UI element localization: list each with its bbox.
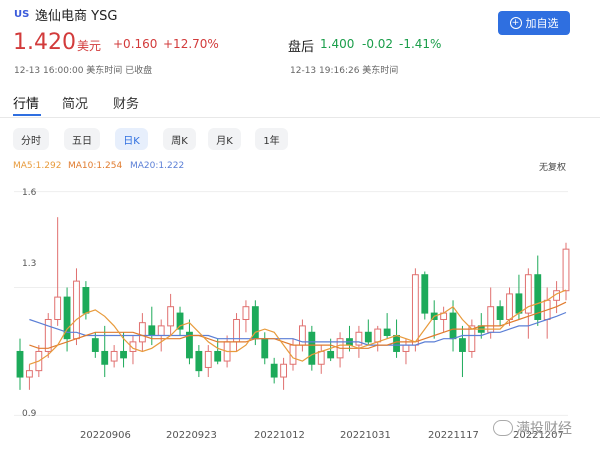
candle-body (167, 306, 175, 327)
candle-body (317, 350, 325, 365)
candle-body (449, 312, 457, 340)
y-tick-label: 1.6 (22, 188, 37, 198)
candle-body (562, 248, 570, 292)
x-tick-label: 20221117 (428, 430, 479, 441)
candle-body (421, 274, 429, 314)
candle-body (16, 350, 24, 378)
x-tick-label: 20221031 (340, 430, 391, 441)
candle-body (459, 338, 466, 352)
candle-body (270, 363, 278, 378)
candle-body (411, 274, 419, 346)
candle-body (364, 331, 372, 343)
candle-body (383, 328, 391, 336)
candle-body (54, 296, 62, 320)
candle-body (374, 328, 382, 343)
candle-body (101, 350, 109, 365)
candle-body (308, 331, 316, 365)
candle-body (44, 318, 52, 352)
candle-body (157, 325, 165, 336)
ma5-line (29, 289, 567, 365)
candle-body (251, 306, 259, 340)
x-tick-label: 20220906 (80, 430, 131, 441)
candle-body (148, 325, 156, 336)
y-tick-label: 0.9 (22, 409, 37, 419)
candle-body (402, 344, 410, 352)
candle-body (25, 370, 33, 378)
candle-body (242, 306, 250, 320)
candle-body (468, 325, 476, 352)
candle-body (327, 350, 335, 359)
candle-body (204, 350, 212, 368)
candle-body (73, 280, 80, 340)
candle-body (110, 350, 118, 362)
candle-body (506, 293, 513, 320)
candle-body (261, 338, 269, 359)
watermark-text: 满投财经 (516, 421, 572, 437)
x-tick-label: 20221012 (254, 430, 305, 441)
candle-body (515, 293, 523, 314)
candle-body (496, 306, 504, 320)
wechat-icon (493, 420, 513, 436)
candle-body (82, 287, 90, 314)
candlestick-chart (14, 191, 570, 416)
watermark: 满投财经 (493, 418, 572, 438)
candle-body (195, 350, 203, 372)
x-tick-label: 20220923 (166, 430, 217, 441)
candle-body (91, 338, 99, 352)
candle-body (138, 322, 146, 343)
candle-body (120, 350, 127, 359)
candle-body (487, 306, 495, 333)
candle-body (214, 350, 222, 362)
candle-body (393, 334, 400, 352)
ma10-line (29, 301, 567, 349)
y-tick-label: 1.3 (22, 259, 37, 269)
candle-body (280, 363, 288, 378)
